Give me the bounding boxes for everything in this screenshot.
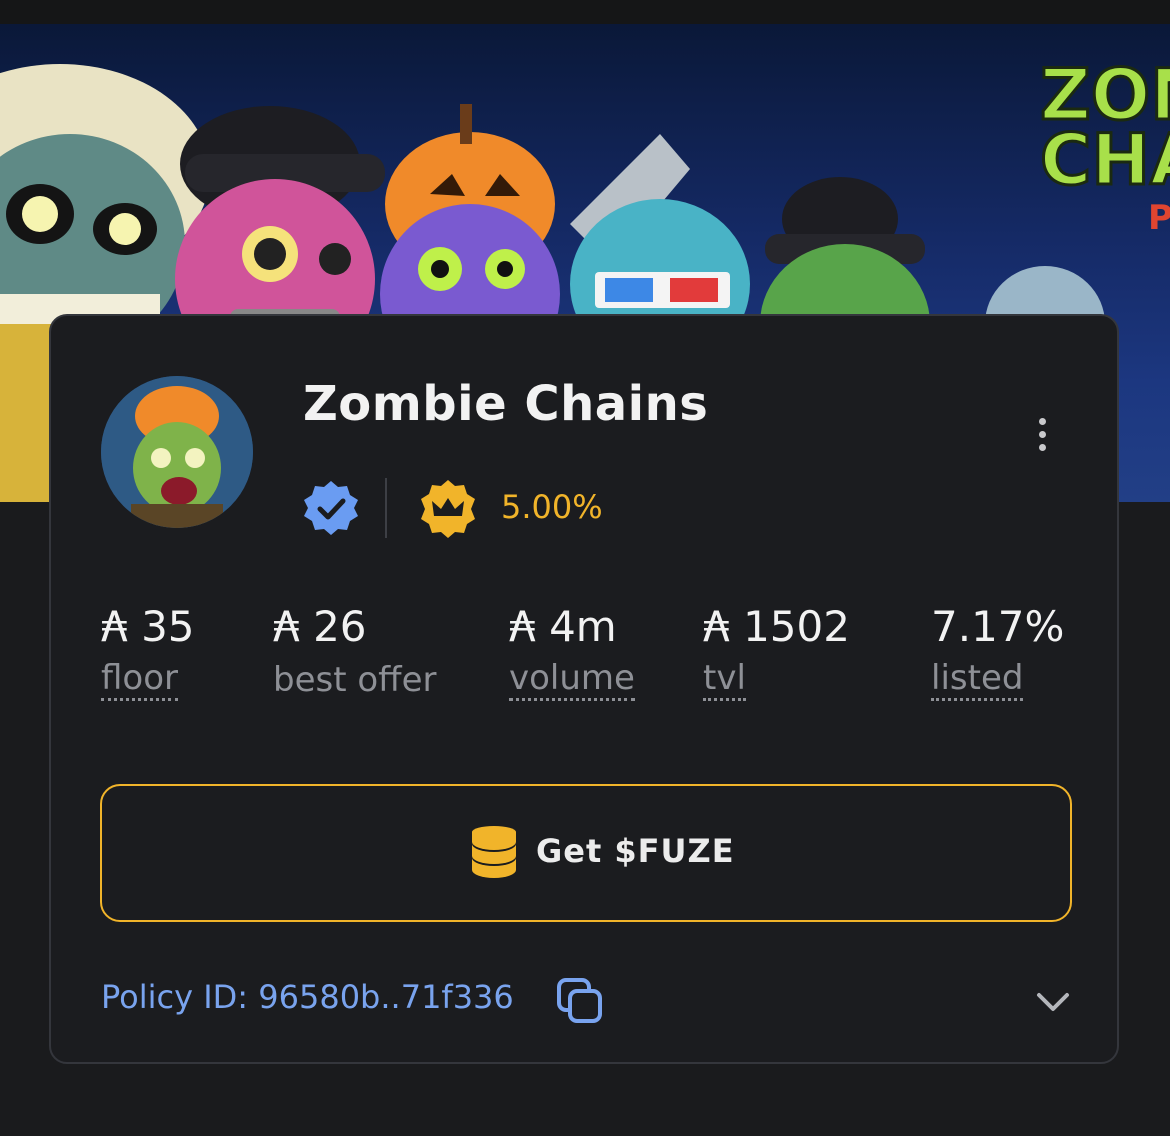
- banner-title-line2: CHA: [1040, 119, 1170, 201]
- stat-tvl-label[interactable]: tvl: [703, 658, 746, 701]
- more-vertical-icon[interactable]: [1027, 414, 1057, 458]
- policy-id[interactable]: Policy ID: 96580b..71f336: [101, 978, 514, 1016]
- royalty-percentage: 5.00%: [501, 488, 603, 526]
- stat-listed: 7.17% listed: [931, 602, 1064, 701]
- stat-listed-value: 7.17%: [931, 602, 1065, 651]
- collection-avatar[interactable]: [101, 376, 253, 528]
- stat-tvl-value: ₳ 1502: [703, 602, 850, 651]
- chevron-down-icon[interactable]: [1035, 990, 1071, 1014]
- stat-best-offer: ₳ 26 best offer: [273, 602, 436, 702]
- get-fuze-button[interactable]: Get $FUZE: [100, 784, 1072, 922]
- get-fuze-label: Get $FUZE: [536, 832, 735, 870]
- stat-volume-value: ₳ 4m: [509, 602, 617, 651]
- stat-floor: ₳ 35 floor: [101, 602, 195, 701]
- verified-badge-icon: [304, 481, 358, 535]
- stat-listed-label[interactable]: listed: [931, 658, 1024, 701]
- banner-title-line3: P: [1148, 198, 1170, 238]
- stat-tvl: ₳ 1502 tvl: [703, 602, 850, 701]
- top-bar: [0, 0, 1170, 24]
- badge-divider: [385, 478, 387, 538]
- collection-title: Zombie Chains: [303, 376, 709, 432]
- stat-volume-label[interactable]: volume: [509, 658, 635, 701]
- stat-best-offer-value: ₳ 26: [273, 602, 367, 651]
- stat-floor-value: ₳ 35: [101, 602, 195, 651]
- stat-best-offer-label: best offer: [273, 660, 437, 700]
- stat-volume: ₳ 4m volume: [509, 602, 635, 701]
- coin-stack-icon: [472, 826, 516, 878]
- copy-icon[interactable]: [555, 976, 605, 1026]
- avatar-zombie-image: [101, 376, 253, 528]
- stat-floor-label[interactable]: floor: [101, 658, 178, 701]
- crown-icon: [421, 480, 475, 538]
- collection-card: Zombie Chains 5.00% ₳ 35 floor ₳ 26 best…: [49, 314, 1119, 1064]
